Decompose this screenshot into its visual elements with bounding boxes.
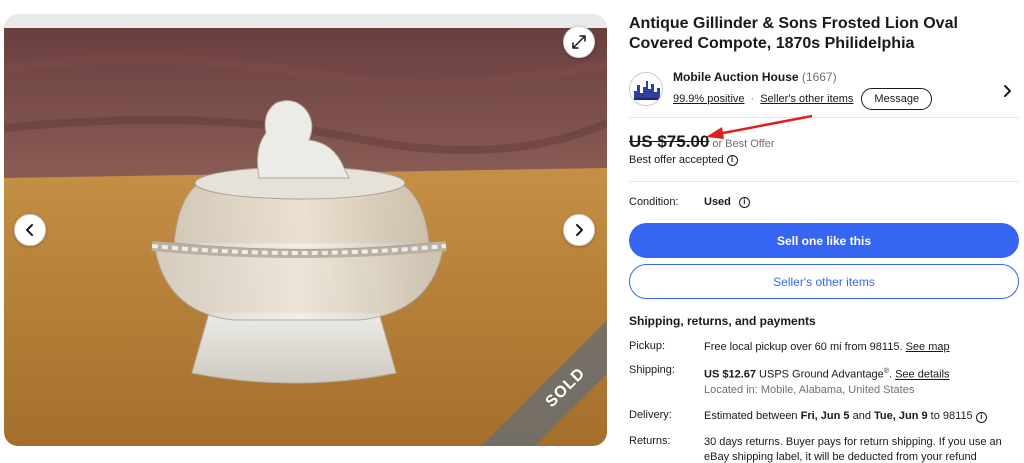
expand-image-button[interactable] (563, 26, 595, 58)
seller-card: Mobile Auction House (1667) 99.9% positi… (629, 68, 1019, 120)
seller-links: 99.9% positive · Seller's other items Me… (673, 88, 933, 110)
delivery-prefix: Estimated between (704, 410, 798, 422)
returns-row: Returns: 30 days returns. Buyer pays for… (629, 435, 1019, 463)
message-button[interactable]: Message (861, 88, 933, 110)
next-image-button[interactable] (563, 214, 595, 246)
seller-positive-link[interactable]: 99.9% positive (673, 93, 745, 105)
delivery-label: Delivery: (629, 409, 672, 421)
seller-name-text[interactable]: Mobile Auction House (673, 70, 799, 84)
see-map-link[interactable]: See map (906, 341, 950, 353)
offer-accepted-text: Best offer accepted (629, 154, 724, 166)
pickup-value: Free local pickup over 60 mi from 98115.… (704, 340, 950, 355)
delivery-suffix: to 98115 (930, 410, 973, 422)
registered-mark: ® (883, 368, 889, 375)
divider (629, 117, 1019, 118)
offer-accepted: Best offer accepted i (629, 154, 738, 166)
shipping-heading: Shipping, returns, and payments (629, 314, 816, 328)
info-icon[interactable]: i (726, 154, 738, 166)
condition-label: Condition: (629, 196, 679, 208)
delivery-info-icon[interactable]: i (975, 411, 987, 423)
delivery-end: Tue, Jun 9 (874, 410, 928, 422)
expand-icon (572, 35, 586, 49)
item-price: US $75.00 (629, 132, 710, 151)
skyline-logo-icon (630, 73, 662, 105)
item-title: Antique Gillinder & Sons Frosted Lion Ov… (629, 15, 958, 52)
shipping-price: US $12.67 (704, 368, 756, 381)
shipping-label: Shipping: (629, 364, 675, 376)
shipping-method: USPS Ground Advantage (759, 368, 884, 381)
image-gallery: SOLD (4, 14, 607, 446)
chevron-left-icon (26, 224, 33, 236)
annotation-arrow-icon (706, 114, 813, 139)
condition-value: Used (704, 196, 731, 208)
condition-row: Condition: Used i (629, 196, 750, 208)
condition-info-icon[interactable]: i (738, 196, 750, 208)
product-photo[interactable] (4, 28, 607, 446)
pickup-row: Pickup: Free local pickup over 60 mi fro… (629, 340, 950, 355)
delivery-row: Delivery: Estimated between Fri, Jun 5 a… (629, 409, 987, 424)
item-details-panel: Antique Gillinder & Sons Frosted Lion Ov… (629, 14, 1021, 463)
located-in: Located in: Mobile, Alabama, United Stat… (704, 383, 915, 396)
compote-image (4, 28, 607, 446)
delivery-start: Fri, Jun 5 (800, 410, 850, 422)
sellers-other-items-button[interactable]: Seller's other items (629, 264, 1019, 299)
shipping-value: US $12.67 USPS Ground Advantage®. See de… (704, 368, 950, 396)
returns-value: 30 days returns. Buyer pays for return s… (704, 436, 1002, 463)
delivery-and: and (852, 410, 871, 422)
separator: · (750, 93, 755, 105)
see-details-link[interactable]: See details (895, 369, 949, 381)
pickup-text: Free local pickup over 60 mi from 98115. (704, 341, 903, 353)
seller-other-items-link[interactable]: Seller's other items (760, 93, 853, 105)
sell-one-like-this-button[interactable]: Sell one like this (629, 223, 1019, 258)
seller-name[interactable]: Mobile Auction House (1667) (673, 70, 837, 84)
seller-chevron-icon[interactable] (1003, 84, 1013, 103)
delivery-value: Estimated between Fri, Jun 5 and Tue, Ju… (704, 409, 987, 424)
previous-image-button[interactable] (14, 214, 46, 246)
pickup-label: Pickup: (629, 340, 666, 352)
seller-feedback-count: (1667) (801, 70, 837, 84)
seller-avatar[interactable] (629, 72, 663, 106)
divider (629, 181, 1019, 182)
returns-label: Returns: (629, 435, 671, 447)
chevron-right-icon (576, 224, 583, 236)
shipping-row: Shipping: US $12.67 USPS Ground Advantag… (629, 364, 950, 398)
